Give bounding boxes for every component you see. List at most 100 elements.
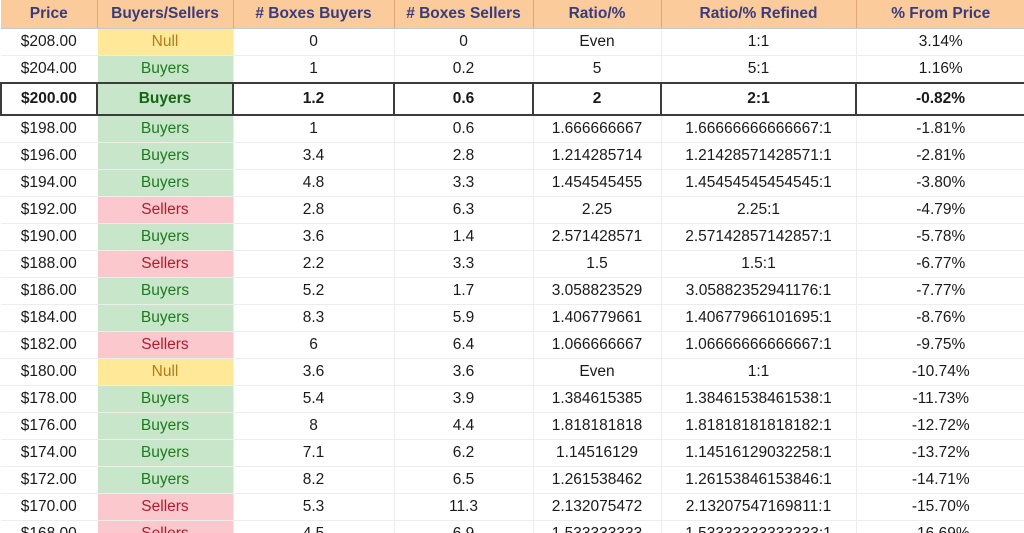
cell-pct-from-price[interactable]: -1.81%: [856, 115, 1024, 143]
cell-pct-from-price[interactable]: -6.77%: [856, 250, 1024, 278]
cell-boxes-sellers[interactable]: 6.4: [394, 331, 534, 359]
column-header-ratio-refined[interactable]: Ratio/% Refined: [661, 0, 857, 29]
cell-buyers-sellers[interactable]: Buyers: [97, 142, 234, 170]
cell-boxes-sellers[interactable]: 3.6: [394, 358, 534, 386]
cell-ratio-refined[interactable]: 1.14516129032258:1: [661, 439, 857, 467]
cell-price[interactable]: $170.00: [1, 493, 98, 521]
cell-boxes-sellers[interactable]: 2.8: [394, 142, 534, 170]
cell-boxes-sellers[interactable]: 6.2: [394, 439, 534, 467]
cell-boxes-buyers[interactable]: 5.3: [233, 493, 395, 521]
cell-boxes-sellers[interactable]: 0.6: [393, 82, 534, 116]
table-row[interactable]: $178.00 Buyers 5.4 3.9 1.384615385 1.38461538…: [1, 385, 1024, 413]
cell-price[interactable]: $194.00: [1, 169, 98, 197]
cell-price[interactable]: $180.00: [1, 358, 98, 386]
cell-buyers-sellers[interactable]: Sellers: [97, 493, 234, 521]
cell-buyers-sellers[interactable]: Buyers: [97, 169, 234, 197]
cell-pct-from-price[interactable]: 1.16%: [856, 55, 1024, 84]
cell-buyers-sellers[interactable]: Sellers: [97, 331, 234, 359]
cell-pct-from-price[interactable]: -10.74%: [856, 358, 1024, 386]
table-row[interactable]: $204.00 Buyers 1 0.2 5 5:1 1.16%: [1, 55, 1024, 84]
table-row[interactable]: $176.00 Buyers 8 4.4 1.818181818 1.8181818181…: [1, 412, 1024, 440]
cell-boxes-buyers[interactable]: 3.6: [233, 358, 395, 386]
cell-ratio[interactable]: 1.406779661: [533, 304, 662, 332]
cell-buyers-sellers[interactable]: Buyers: [97, 115, 234, 143]
cell-buyers-sellers[interactable]: Buyers: [96, 82, 234, 116]
cell-boxes-buyers[interactable]: 3.4: [233, 142, 395, 170]
cell-pct-from-price[interactable]: -7.77%: [856, 277, 1024, 305]
cell-ratio[interactable]: Even: [533, 28, 662, 56]
column-header-pct-from-price[interactable]: % From Price: [856, 0, 1024, 29]
table-row[interactable]: $200.00 Buyers 1.2 0.6 2 2:1 -0.82%: [0, 82, 1024, 116]
cell-price[interactable]: $174.00: [1, 439, 98, 467]
cell-ratio[interactable]: 1.384615385: [533, 385, 662, 413]
cell-buyers-sellers[interactable]: Buyers: [97, 277, 234, 305]
table-row[interactable]: $192.00 Sellers 2.8 6.3 2.25 2.25:1 -4.79%: [1, 196, 1024, 224]
table-row[interactable]: $198.00 Buyers 1 0.6 1.666666667 1.6666666666…: [1, 115, 1024, 143]
cell-pct-from-price[interactable]: -14.71%: [856, 466, 1024, 494]
cell-boxes-buyers[interactable]: 0: [233, 28, 395, 56]
cell-buyers-sellers[interactable]: Buyers: [97, 304, 234, 332]
cell-buyers-sellers[interactable]: Sellers: [97, 250, 234, 278]
cell-boxes-buyers[interactable]: 1: [233, 55, 395, 84]
cell-ratio[interactable]: 1.5: [533, 250, 662, 278]
cell-pct-from-price[interactable]: -15.70%: [856, 493, 1024, 521]
cell-buyers-sellers[interactable]: Buyers: [97, 439, 234, 467]
cell-ratio[interactable]: 2.132075472: [533, 493, 662, 521]
cell-ratio-refined[interactable]: 1:1: [661, 28, 857, 56]
cell-boxes-sellers[interactable]: 1.7: [394, 277, 534, 305]
cell-boxes-buyers[interactable]: 1.2: [232, 82, 395, 116]
cell-buyers-sellers[interactable]: Buyers: [97, 55, 234, 84]
cell-price[interactable]: $172.00: [1, 466, 98, 494]
cell-ratio[interactable]: 1.066666667: [533, 331, 662, 359]
cell-boxes-sellers[interactable]: 6.9: [394, 520, 534, 533]
cell-ratio-refined[interactable]: 1.66666666666667:1: [661, 115, 857, 143]
cell-pct-from-price[interactable]: -12.72%: [856, 412, 1024, 440]
cell-boxes-sellers[interactable]: 3.3: [394, 250, 534, 278]
cell-ratio-refined[interactable]: 1.40677966101695:1: [661, 304, 857, 332]
table-row[interactable]: $208.00 Null 0 0 Even 1:1 3.14%: [1, 28, 1024, 56]
cell-ratio-refined[interactable]: 1.38461538461538:1: [661, 385, 857, 413]
cell-boxes-buyers[interactable]: 8.2: [233, 466, 395, 494]
cell-boxes-sellers[interactable]: 3.9: [394, 385, 534, 413]
cell-price[interactable]: $190.00: [1, 223, 98, 251]
cell-price[interactable]: $184.00: [1, 304, 98, 332]
cell-pct-from-price[interactable]: -3.80%: [856, 169, 1024, 197]
cell-pct-from-price[interactable]: -2.81%: [856, 142, 1024, 170]
cell-pct-from-price[interactable]: -9.75%: [856, 331, 1024, 359]
cell-price[interactable]: $186.00: [1, 277, 98, 305]
cell-ratio-refined[interactable]: 1:1: [661, 358, 857, 386]
table-row[interactable]: $188.00 Sellers 2.2 3.3 1.5 1.5:1 -6.77%: [1, 250, 1024, 278]
table-row[interactable]: $194.00 Buyers 4.8 3.3 1.454545455 1.45454545…: [1, 169, 1024, 197]
cell-ratio-refined[interactable]: 2:1: [660, 82, 857, 116]
column-header-price[interactable]: Price: [1, 0, 98, 29]
cell-ratio-refined[interactable]: 5:1: [661, 55, 857, 84]
cell-pct-from-price[interactable]: -8.76%: [856, 304, 1024, 332]
cell-ratio[interactable]: 2.25: [533, 196, 662, 224]
cell-ratio-refined[interactable]: 2.25:1: [661, 196, 857, 224]
cell-ratio-refined[interactable]: 3.05882352941176:1: [661, 277, 857, 305]
cell-ratio[interactable]: 2.571428571: [533, 223, 662, 251]
cell-boxes-sellers[interactable]: 6.5: [394, 466, 534, 494]
cell-buyers-sellers[interactable]: Buyers: [97, 412, 234, 440]
cell-boxes-buyers[interactable]: 2.2: [233, 250, 395, 278]
cell-ratio[interactable]: 1.454545455: [533, 169, 662, 197]
cell-price[interactable]: $200.00: [0, 82, 98, 116]
cell-ratio[interactable]: 1.14516129: [533, 439, 662, 467]
cell-price[interactable]: $196.00: [1, 142, 98, 170]
table-row[interactable]: $182.00 Sellers 6 6.4 1.066666667 1.066666666…: [1, 331, 1024, 359]
column-header-buyers-sellers[interactable]: Buyers/Sellers: [97, 0, 234, 29]
cell-boxes-buyers[interactable]: 4.8: [233, 169, 395, 197]
cell-boxes-sellers[interactable]: 0: [394, 28, 534, 56]
cell-buyers-sellers[interactable]: Null: [97, 358, 234, 386]
cell-ratio-refined[interactable]: 2.57142857142857:1: [661, 223, 857, 251]
cell-ratio[interactable]: 3.058823529: [533, 277, 662, 305]
cell-price[interactable]: $204.00: [1, 55, 98, 84]
cell-price[interactable]: $182.00: [1, 331, 98, 359]
cell-ratio-refined[interactable]: 1.45454545454545:1: [661, 169, 857, 197]
cell-ratio-refined[interactable]: 1.06666666666667:1: [661, 331, 857, 359]
cell-price[interactable]: $188.00: [1, 250, 98, 278]
cell-ratio[interactable]: 2: [532, 82, 662, 116]
cell-pct-from-price[interactable]: -16.69%: [856, 520, 1024, 533]
cell-buyers-sellers[interactable]: Null: [97, 28, 234, 56]
cell-buyers-sellers[interactable]: Buyers: [97, 466, 234, 494]
